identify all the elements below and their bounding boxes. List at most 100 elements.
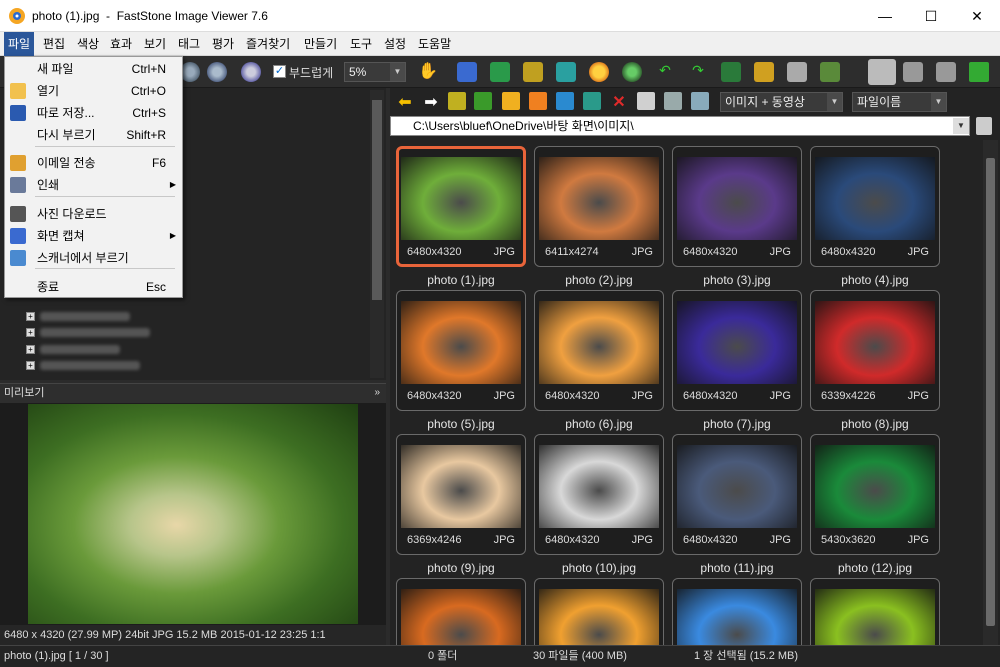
thumbnail-card[interactable]: 6480x4320 JPG (396, 146, 526, 267)
list-view-icon[interactable] (664, 92, 682, 110)
menu-file[interactable]: 파일 (4, 32, 35, 56)
expand-icon[interactable]: + (26, 328, 35, 337)
thumbnail-card[interactable] (810, 578, 940, 645)
thumbnail-image[interactable] (539, 445, 659, 528)
thumbnail-card[interactable] (534, 578, 664, 645)
thumbnail-card[interactable]: 6411x4274 JPG (534, 146, 664, 267)
layout-single-icon[interactable] (936, 62, 956, 82)
menu-view[interactable]: 보기 (140, 35, 170, 53)
collapse-icon[interactable]: » (374, 384, 380, 402)
menu-create[interactable]: 만들기 (300, 35, 341, 53)
thumbnail-image[interactable] (677, 301, 797, 384)
file-menu-item[interactable]: 인쇄 ▶ (5, 174, 182, 196)
thumbnail-card[interactable]: 5430x3620 JPG (810, 434, 940, 555)
thumbnail-image[interactable] (815, 157, 935, 240)
thumbnail-image[interactable] (401, 157, 521, 240)
zoom-in-icon[interactable] (180, 62, 200, 82)
maximize-button[interactable]: ☐ (908, 0, 954, 32)
thumbnail-card[interactable]: 6480x4320 JPG (672, 146, 802, 267)
minimize-button[interactable]: — (862, 0, 908, 32)
resize-icon[interactable] (490, 62, 510, 82)
tree-row[interactable]: + (26, 343, 176, 355)
crop-icon[interactable] (523, 62, 543, 82)
menu-tools[interactable]: 도구 (346, 35, 376, 53)
tree-row[interactable]: + (26, 326, 176, 338)
thumbnail-card[interactable]: 6480x4320 JPG (396, 290, 526, 411)
smooth-checkbox[interactable]: ✓ (273, 65, 286, 78)
close-button[interactable]: ✕ (954, 0, 1000, 32)
file-menu-item[interactable]: 다시 부르기 Shift+R (5, 124, 182, 146)
tree-row[interactable]: + (26, 359, 176, 371)
thumbnail-image[interactable] (677, 589, 797, 645)
delete-icon[interactable]: ✕ (610, 92, 628, 111)
thumbnail-card[interactable] (396, 578, 526, 645)
file-menu-item[interactable]: 스캐너에서 부르기 (5, 247, 182, 269)
preview-image[interactable] (28, 404, 358, 624)
layout-preview-icon[interactable] (903, 62, 923, 82)
thumbnail-filename[interactable]: photo (9).jpg (396, 561, 526, 575)
map-icon[interactable] (622, 62, 642, 82)
adjust-lighting-icon[interactable] (589, 62, 609, 82)
thumbnail-card[interactable]: 6369x4246 JPG (396, 434, 526, 555)
thumbnail-image[interactable] (539, 589, 659, 645)
thumbnail-image[interactable] (677, 445, 797, 528)
menu-tags[interactable]: 태그 (174, 35, 204, 53)
menu-settings[interactable]: 설정 (380, 35, 410, 53)
favorites-icon[interactable] (502, 92, 520, 110)
menu-effects[interactable]: 효과 (106, 35, 136, 53)
trash-icon[interactable] (976, 117, 992, 135)
thumbnail-card[interactable] (672, 578, 802, 645)
file-menu-item[interactable]: 새 파일 Ctrl+N (5, 58, 182, 80)
thumbnail-filename[interactable]: photo (1).jpg (396, 273, 526, 287)
thumbnail-filename[interactable]: photo (7).jpg (672, 417, 802, 431)
file-menu-item[interactable]: 사진 다운로드 (5, 203, 182, 225)
grid-scroll-thumb[interactable] (986, 158, 995, 626)
file-menu-item[interactable]: 열기 Ctrl+O (5, 80, 182, 102)
menu-favorites[interactable]: 즐겨찾기 (242, 35, 294, 53)
sort-select[interactable]: 파일이름 ▼ (852, 92, 947, 112)
refresh-icon[interactable] (474, 92, 492, 110)
thumbnail-filename[interactable]: photo (10).jpg (534, 561, 664, 575)
thumbnail-image[interactable] (401, 445, 521, 528)
forward-icon[interactable]: ➡ (422, 92, 440, 111)
copy-to-icon[interactable] (556, 92, 574, 110)
thumbnail-image[interactable] (815, 301, 935, 384)
tree-scrollbar[interactable] (370, 90, 384, 378)
actual-size-icon[interactable] (241, 62, 261, 82)
move-to-icon[interactable] (583, 92, 601, 110)
layout-browser-icon[interactable] (868, 59, 896, 85)
thumbnail-image[interactable] (815, 589, 935, 645)
thumbnail-card[interactable]: 6480x4320 JPG (534, 434, 664, 555)
thumbnail-card[interactable]: 6480x4320 JPG (672, 434, 802, 555)
menu-color[interactable]: 색상 (73, 35, 103, 53)
filter-select[interactable]: 이미지 + 동영상 ▼ (720, 92, 843, 112)
thumbnail-filename[interactable]: photo (2).jpg (534, 273, 664, 287)
wallpaper-icon[interactable] (754, 62, 774, 82)
compare-icon[interactable] (556, 62, 576, 82)
up-folder-icon[interactable] (448, 92, 466, 110)
thumbnail-filename[interactable]: photo (8).jpg (810, 417, 940, 431)
thumbnail-filename[interactable]: photo (11).jpg (672, 561, 802, 575)
expand-icon[interactable]: + (26, 361, 35, 370)
thumbnail-card[interactable]: 6480x4320 JPG (810, 146, 940, 267)
thumbnail-image[interactable] (677, 157, 797, 240)
fullscreen-icon[interactable] (969, 62, 989, 82)
thumbnail-filename[interactable]: photo (12).jpg (810, 561, 940, 575)
details-view-icon[interactable] (691, 92, 709, 110)
thumbnail-image[interactable] (815, 445, 935, 528)
thumbnail-image[interactable] (401, 301, 521, 384)
menu-help[interactable]: 도움말 (414, 35, 455, 53)
slideshow-icon[interactable] (457, 62, 477, 82)
thumbnail-filename[interactable]: photo (4).jpg (810, 273, 940, 287)
hand-tool-icon[interactable]: ✋ (418, 62, 438, 82)
thumbnail-image[interactable] (539, 157, 659, 240)
new-folder-icon[interactable] (529, 92, 547, 110)
zoom-out-icon[interactable] (207, 62, 227, 82)
flip-icon[interactable] (721, 62, 741, 82)
grid-scrollbar[interactable] (983, 140, 998, 645)
file-menu-item[interactable]: 화면 캡쳐 ▶ (5, 225, 182, 247)
path-dropdown-icon[interactable]: ▼ (953, 118, 969, 134)
file-menu-item[interactable]: 따로 저장... Ctrl+S (5, 102, 182, 124)
print-icon[interactable] (787, 62, 807, 82)
rotate-left-icon[interactable]: ↶ (655, 62, 675, 82)
